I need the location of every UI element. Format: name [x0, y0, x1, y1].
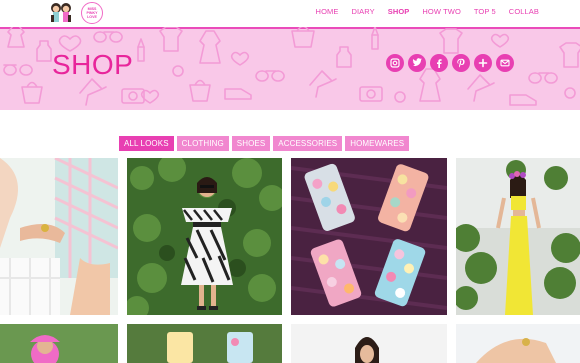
page-title: SHOP [52, 49, 134, 80]
product-photo [0, 158, 118, 315]
nav-shop[interactable]: SHOP [388, 7, 410, 16]
product-tile-jewelry-look[interactable] [0, 158, 118, 315]
product-photo [456, 158, 580, 315]
product-photo [291, 158, 447, 315]
product-photo [0, 324, 118, 363]
shop-banner: SHOP [0, 27, 580, 110]
nav-diary[interactable]: DIARY [351, 7, 374, 16]
email-icon[interactable] [496, 54, 514, 72]
product-photo [456, 324, 580, 363]
filter-accessories[interactable]: ACCESSORIES [273, 136, 343, 151]
product-tile-portrait[interactable] [291, 324, 447, 363]
nav-collab[interactable]: COLLAB [509, 7, 539, 16]
product-tile-ring[interactable] [456, 324, 580, 363]
filter-homewares[interactable]: HOMEWARES [345, 136, 410, 151]
product-tile-yellow-outfit[interactable] [456, 158, 580, 315]
main-nav: HOME DIARY SHOP HOW TWO TOP 5 COLLAB [316, 7, 539, 16]
product-photo [127, 158, 282, 315]
filter-all-looks[interactable]: ALL LOOKS [119, 136, 174, 151]
product-photo [127, 324, 282, 363]
brand-badge-text: MISS PINKY LOVE [86, 7, 98, 19]
product-tile-off-shoulder-dress[interactable] [127, 158, 282, 315]
blogger-twins-logo[interactable] [48, 1, 74, 23]
twitter-icon[interactable] [408, 54, 426, 72]
facebook-icon[interactable] [430, 54, 448, 72]
social-links [386, 54, 514, 72]
instagram-icon[interactable] [386, 54, 404, 72]
google-plus-icon[interactable] [474, 54, 492, 72]
page: MISS PINKY LOVE HOME DIARY SHOP HOW TWO … [0, 0, 580, 363]
filter-clothing[interactable]: CLOTHING [176, 136, 229, 151]
product-photo [291, 324, 447, 363]
product-tile-phone-case-hands[interactable] [127, 324, 282, 363]
header: MISS PINKY LOVE HOME DIARY SHOP HOW TWO … [0, 0, 580, 27]
product-tile-phone-cases[interactable] [291, 158, 447, 315]
pinterest-icon[interactable] [452, 54, 470, 72]
brand-badge[interactable]: MISS PINKY LOVE [81, 2, 103, 24]
nav-how-two[interactable]: HOW TWO [422, 7, 460, 16]
product-tile-pink-hat[interactable] [0, 324, 118, 363]
nav-top-5[interactable]: TOP 5 [474, 7, 496, 16]
nav-home[interactable]: HOME [316, 7, 339, 16]
filter-shoes[interactable]: SHOES [231, 136, 271, 151]
category-filter: ALL LOOKS CLOTHING SHOES ACCESSORIES HOM… [119, 136, 410, 151]
